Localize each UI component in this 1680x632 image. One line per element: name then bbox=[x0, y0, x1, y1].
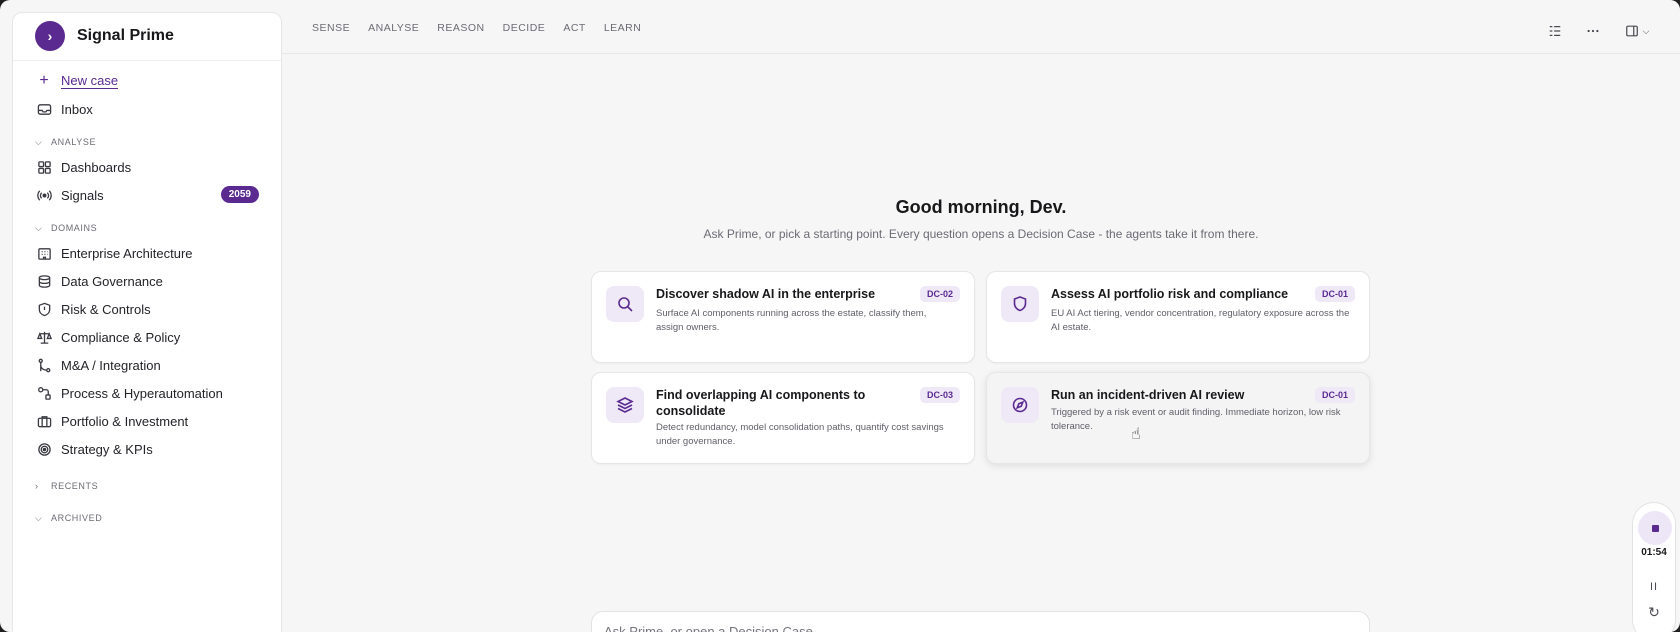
sidebar-item-label: Data Governance bbox=[61, 273, 163, 289]
tab-reason[interactable]: REASON bbox=[437, 22, 484, 34]
shield-icon bbox=[35, 300, 53, 318]
sidebar-item-enterprise-architecture[interactable]: Enterprise Architecture bbox=[13, 239, 281, 267]
card-description: Triggered by a risk event or audit findi… bbox=[1051, 407, 1341, 432]
panel-toggle-icon[interactable]: ⌵ bbox=[1622, 24, 1652, 38]
section-domains[interactable]: ⌵ DOMAINS bbox=[13, 217, 281, 239]
tab-decide[interactable]: DECIDE bbox=[503, 22, 546, 34]
sidebar: › Signal Prime + New case Inbox ⌵ ANALYS… bbox=[12, 12, 282, 632]
sidebar-item-label: Process & Hyperautomation bbox=[61, 385, 223, 401]
greeting-subtitle: Ask Prime, or pick a starting point. Eve… bbox=[703, 227, 1259, 241]
target-icon bbox=[35, 440, 53, 458]
section-label: ARCHIVED bbox=[51, 513, 103, 523]
sidebar-item-dashboards[interactable]: Dashboards bbox=[13, 153, 281, 181]
stop-icon bbox=[1651, 524, 1659, 532]
sidebar-item-compliance-policy[interactable]: Compliance & Policy bbox=[13, 323, 281, 351]
brand[interactable]: › Signal Prime bbox=[13, 19, 281, 61]
card-title: Run an incident-driven AI review bbox=[1051, 388, 1245, 402]
layers-icon bbox=[606, 387, 644, 423]
pause-icon[interactable]: II bbox=[1632, 581, 1676, 593]
sidebar-item-data-governance[interactable]: Data Governance bbox=[13, 267, 281, 295]
app-window: › Signal Prime + New case Inbox ⌵ ANALYS… bbox=[0, 0, 1680, 632]
decision-case-tag: DC-02 bbox=[919, 286, 960, 302]
card-description: Surface AI components running across the… bbox=[656, 308, 927, 333]
greeting-heading: Good morning, Dev. bbox=[895, 197, 1067, 217]
stop-recording-button[interactable] bbox=[1638, 511, 1672, 545]
sidebar-item-label: Enterprise Architecture bbox=[61, 245, 193, 261]
chevron-down-icon: ⌵ bbox=[35, 136, 43, 147]
top-actions: ⌵ bbox=[1546, 24, 1652, 38]
card-description: Detect redundancy, model consolidation p… bbox=[656, 422, 944, 447]
card-title: Assess AI portfolio risk and compliance bbox=[1051, 287, 1289, 301]
sidebar-item-label: Compliance & Policy bbox=[61, 329, 181, 345]
chevron-down-icon: ⌵ bbox=[1642, 25, 1650, 36]
sidebar-nav: + New case Inbox ⌵ ANALYSE Dashboards Si… bbox=[13, 61, 281, 529]
sidebar-item-label: Strategy & KPIs bbox=[61, 441, 153, 457]
signals-count-badge: 2059 bbox=[220, 186, 259, 203]
sidebar-item-strategy-kpis[interactable]: Strategy & KPIs bbox=[13, 435, 281, 463]
tab-learn[interactable]: LEARN bbox=[604, 22, 642, 34]
card-title: Find overlapping AI components to consol… bbox=[656, 388, 866, 418]
recording-timer: 01:54 bbox=[1641, 547, 1667, 558]
tab-analyse[interactable]: ANALYSE bbox=[368, 22, 419, 34]
section-label: DOMAINS bbox=[51, 223, 98, 233]
sidebar-item-process-hyperautomation[interactable]: Process & Hyperautomation bbox=[13, 379, 281, 407]
section-label: RECENTS bbox=[51, 481, 99, 491]
new-case-label: New case bbox=[61, 73, 119, 89]
refresh-icon[interactable]: ↻ bbox=[1632, 604, 1676, 621]
section-recents[interactable]: › RECENTS bbox=[13, 475, 281, 497]
inbox-icon bbox=[35, 100, 53, 118]
sidebar-item-label: Dashboards bbox=[61, 159, 132, 175]
sidebar-item-ma-integration[interactable]: M&A / Integration bbox=[13, 351, 281, 379]
building-icon bbox=[35, 244, 53, 262]
merge-icon bbox=[35, 356, 53, 374]
hand-cursor-icon: ☝ bbox=[1131, 426, 1141, 443]
sidebar-item-portfolio-investment[interactable]: Portfolio & Investment bbox=[13, 407, 281, 435]
tab-act[interactable]: ACT bbox=[563, 22, 586, 34]
sidebar-item-label: M&A / Integration bbox=[61, 357, 161, 373]
card-title: Discover shadow AI in the enterprise bbox=[656, 287, 876, 301]
sidebar-item-label: Risk & Controls bbox=[61, 301, 151, 317]
starter-card-incident-review[interactable]: Run an incident-driven AI review Trigger… bbox=[986, 372, 1370, 464]
ask-prime-input[interactable] bbox=[591, 611, 1370, 632]
scale-icon bbox=[35, 328, 53, 346]
database-icon bbox=[35, 272, 53, 290]
chevron-right-icon: › bbox=[35, 481, 39, 491]
stage-tabs: SENSE ANALYSE REASON DECIDE ACT LEARN bbox=[312, 22, 641, 34]
starter-card-discover-shadow-ai[interactable]: Discover shadow AI in the enterprise Sur… bbox=[591, 271, 975, 363]
chevron-down-icon: ⌵ bbox=[35, 512, 43, 523]
compass-icon bbox=[1001, 387, 1039, 423]
brand-logo-icon[interactable]: › bbox=[35, 20, 65, 51]
sidebar-item-label: Signals bbox=[61, 187, 104, 203]
list-view-icon[interactable] bbox=[1546, 24, 1564, 38]
dashboard-icon bbox=[35, 158, 53, 176]
sidebar-item-label: Inbox bbox=[61, 101, 93, 117]
sidebar-item-risk-controls[interactable]: Risk & Controls bbox=[13, 295, 281, 323]
section-archived[interactable]: ⌵ ARCHIVED bbox=[13, 507, 281, 529]
new-case-button[interactable]: + New case bbox=[13, 67, 281, 95]
chevron-down-icon: ⌵ bbox=[35, 222, 43, 233]
briefcase-icon bbox=[35, 412, 53, 430]
more-options-icon[interactable] bbox=[1584, 24, 1602, 38]
sidebar-item-inbox[interactable]: Inbox bbox=[13, 95, 281, 123]
workflow-icon bbox=[35, 384, 53, 402]
plus-icon: + bbox=[39, 72, 49, 89]
brand-name: Signal Prime bbox=[77, 26, 174, 44]
card-description: EU AI Act tiering, vendor concentration,… bbox=[1051, 308, 1350, 333]
signal-icon bbox=[35, 186, 53, 204]
tab-sense[interactable]: SENSE bbox=[312, 22, 350, 34]
starter-card-assess-risk-compliance[interactable]: Assess AI portfolio risk and compliance … bbox=[986, 271, 1370, 363]
top-bar: SENSE ANALYSE REASON DECIDE ACT LEARN ⌵ bbox=[282, 0, 1680, 54]
decision-case-tag: DC-03 bbox=[919, 387, 960, 403]
section-label: ANALYSE bbox=[51, 137, 97, 147]
search-icon bbox=[606, 286, 644, 322]
decision-case-tag: DC-01 bbox=[1314, 387, 1355, 403]
shield-icon bbox=[1001, 286, 1039, 322]
sidebar-item-label: Portfolio & Investment bbox=[61, 413, 189, 429]
section-analyse[interactable]: ⌵ ANALYSE bbox=[13, 131, 281, 153]
starter-card-find-overlapping[interactable]: Find overlapping AI components to consol… bbox=[591, 372, 975, 464]
sidebar-item-signals[interactable]: Signals 2059 bbox=[13, 181, 281, 209]
decision-case-tag: DC-01 bbox=[1314, 286, 1355, 302]
